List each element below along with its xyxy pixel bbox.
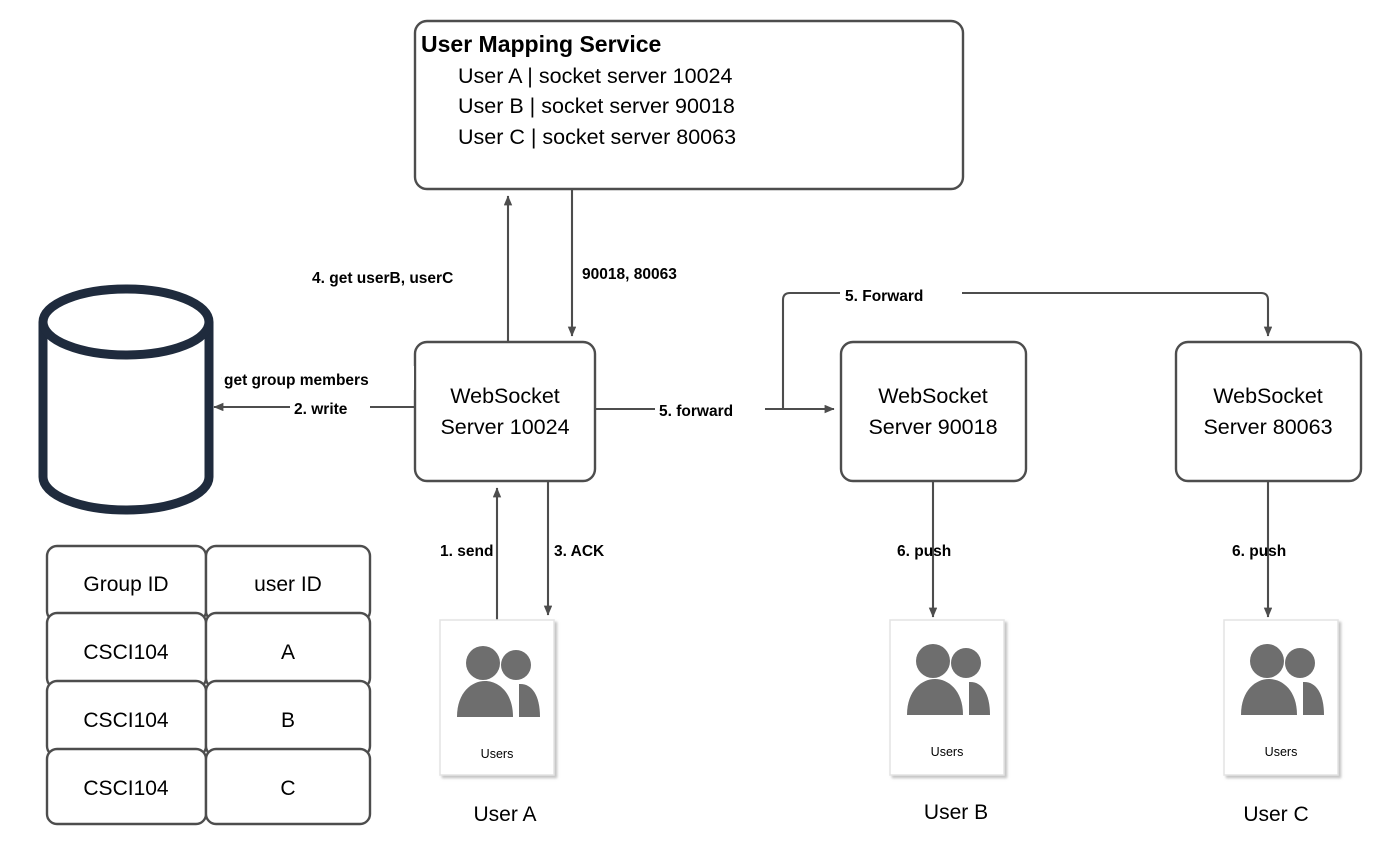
edge-label-get-group-members: get group members: [224, 372, 369, 389]
mapping-entry-1: User B | socket server 90018: [458, 94, 735, 118]
mapping-entry-2: User C | socket server 80063: [458, 125, 736, 149]
users-caption-a: Users: [481, 747, 514, 761]
table-r1-user: A: [281, 641, 295, 664]
edge-label-send: 1. send: [440, 543, 493, 560]
ws-80063-line2: Server 80063: [1203, 415, 1332, 439]
users-caption-c: Users: [1265, 745, 1298, 759]
diagram-canvas: User Mapping Service User A | socket ser…: [0, 0, 1400, 861]
edge-label-write: 2. write: [294, 401, 348, 418]
table-r1-group: CSCI104: [83, 641, 169, 664]
table-r3-user: C: [280, 777, 295, 800]
edge-label-forward-high: 5. Forward: [845, 288, 923, 305]
ws-90018-line2: Server 90018: [868, 415, 997, 439]
table-header-user-id: user ID: [254, 573, 322, 596]
edge-label-ports: 90018, 80063: [582, 266, 677, 283]
edge-label-push-c: 6. push: [1232, 543, 1286, 560]
ws-10024-line1: WebSocket: [450, 384, 560, 408]
mapping-service-heading: User Mapping Service: [421, 31, 661, 57]
ws-80063-line1: WebSocket: [1213, 384, 1323, 408]
edge-label-forward-low: 5. forward: [659, 403, 733, 420]
edge-label-push-b: 6. push: [897, 543, 951, 560]
edge-label-ack: 3. ACK: [554, 543, 605, 560]
client-label-user-a: User A: [473, 803, 536, 826]
client-label-user-c: User C: [1243, 803, 1308, 826]
table-r3-group: CSCI104: [83, 777, 169, 800]
table-header-group-id: Group ID: [83, 573, 168, 596]
ws-90018-line1: WebSocket: [878, 384, 988, 408]
table-r2-group: CSCI104: [83, 709, 169, 732]
mapping-entry-0: User A | socket server 10024: [458, 64, 733, 88]
edge-label-get-users: 4. get userB, userC: [312, 270, 453, 287]
diagram-text-layer: User Mapping Service User A | socket ser…: [83, 31, 1332, 826]
table-r2-user: B: [281, 709, 295, 732]
client-label-user-b: User B: [924, 801, 988, 824]
users-caption-b: Users: [931, 745, 964, 759]
ws-10024-line2: Server 10024: [440, 415, 569, 439]
